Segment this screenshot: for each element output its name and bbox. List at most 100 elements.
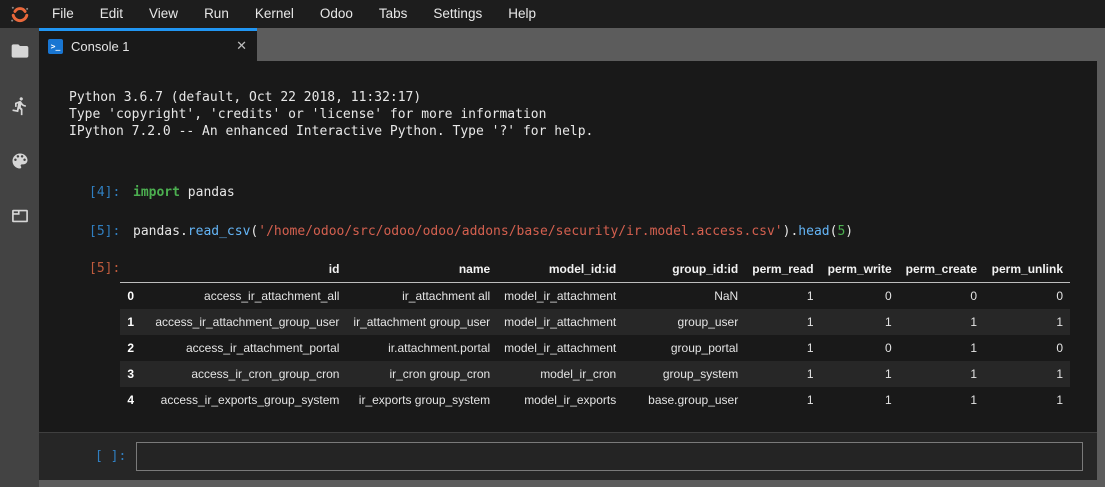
table-cell: 0: [821, 283, 899, 310]
table-cell: 1: [821, 361, 899, 387]
table-row: 4access_ir_exports_group_systemir_export…: [120, 387, 1070, 413]
main-area: >_ Console 1 ✕ Python 3.6.7 (default, Oc…: [39, 28, 1105, 487]
code-token: ).: [783, 224, 799, 239]
table-cell: 1: [745, 335, 820, 361]
table-cell: model_ir_cron: [497, 361, 623, 387]
code-token: '/home/odoo/src/odoo/odoo/addons/base/se…: [258, 224, 782, 239]
menu-edit[interactable]: Edit: [87, 0, 136, 28]
table-cell: group_portal: [623, 335, 745, 361]
table-cell: 1: [745, 309, 820, 335]
table-cell: group_user: [623, 309, 745, 335]
table-cell: model_ir_attachment: [497, 335, 623, 361]
table-cell: 0: [899, 283, 984, 310]
menu-odoo[interactable]: Odoo: [307, 0, 366, 28]
table-row: 1access_ir_attachment_group_userir_attac…: [120, 309, 1070, 335]
code-input-field[interactable]: [136, 442, 1083, 471]
table-cell: access_ir_attachment_all: [148, 283, 346, 310]
code-line: import pandas: [133, 184, 235, 201]
table-cell: 1: [899, 387, 984, 413]
column-header: [120, 256, 148, 283]
table-header-row: idnamemodel_id:idgroup_id:idperm_readper…: [120, 256, 1070, 283]
odoo-logo: [0, 0, 39, 28]
tab-console-1[interactable]: >_ Console 1 ✕: [39, 28, 257, 61]
column-header: perm_read: [745, 256, 820, 283]
table-cell: NaN: [623, 283, 745, 310]
menu-run[interactable]: Run: [191, 0, 242, 28]
table-cell: 1: [984, 361, 1070, 387]
menu-help[interactable]: Help: [495, 0, 549, 28]
row-index: 0: [120, 283, 148, 310]
console-history: Python 3.6.7 (default, Oct 22 2018, 11:3…: [39, 61, 1097, 432]
table-cell: 1: [899, 335, 984, 361]
menu-settings[interactable]: Settings: [420, 0, 495, 28]
console-panel: Python 3.6.7 (default, Oct 22 2018, 11:3…: [39, 61, 1097, 480]
table-cell: 1: [745, 387, 820, 413]
menu-kernel[interactable]: Kernel: [242, 0, 307, 28]
table-cell: 1: [984, 387, 1070, 413]
tab-close-icon[interactable]: ✕: [236, 38, 247, 54]
table-cell: base.group_user: [623, 387, 745, 413]
table-cell: model_ir_exports: [497, 387, 623, 413]
left-sidebar: [0, 28, 39, 487]
menu-tabs[interactable]: Tabs: [366, 0, 421, 28]
row-index: 2: [120, 335, 148, 361]
running-sessions-icon[interactable]: [9, 95, 31, 117]
table-cell: access_ir_attachment_portal: [148, 335, 346, 361]
table-cell: model_ir_attachment: [497, 283, 623, 310]
table-cell: 1: [899, 309, 984, 335]
code-cell: [4]: import pandas: [69, 184, 1097, 201]
python-banner-line: IPython 7.2.0 -- An enhanced Interactive…: [69, 123, 1097, 140]
column-header: name: [346, 256, 497, 283]
code-token: pandas: [180, 185, 235, 200]
console-input-area: [ ]:: [39, 432, 1097, 480]
odoo-logo-icon: [9, 3, 31, 25]
code-token: pandas.: [133, 224, 188, 239]
output-cell: [5]: idnamemodel_id:idgroup_id:idperm_re…: [69, 256, 1097, 413]
input-prompt: [5]:: [89, 223, 133, 240]
table-row: 3access_ir_cron_group_cronir_cron group_…: [120, 361, 1070, 387]
menu-view[interactable]: View: [136, 0, 191, 28]
code-token: read_csv: [188, 224, 251, 239]
table-cell: 0: [984, 335, 1070, 361]
row-index: 4: [120, 387, 148, 413]
code-cell: [5]: pandas.read_csv('/home/odoo/src/odo…: [69, 223, 1097, 240]
output-prompt: [5]:: [89, 256, 120, 282]
table-cell: 1: [984, 309, 1070, 335]
code-token: head: [798, 224, 829, 239]
table-row: 2access_ir_attachment_portalir.attachmen…: [120, 335, 1070, 361]
console-icon: >_: [48, 39, 63, 54]
python-banner-line: Python 3.6.7 (default, Oct 22 2018, 11:3…: [69, 89, 1097, 106]
table-row: 0access_ir_attachment_allir_attachment a…: [120, 283, 1070, 310]
row-index: 3: [120, 361, 148, 387]
app-body: >_ Console 1 ✕ Python 3.6.7 (default, Oc…: [0, 28, 1105, 487]
table-cell: 0: [984, 283, 1070, 310]
table-cell: ir_attachment all: [346, 283, 497, 310]
table-cell: group_system: [623, 361, 745, 387]
menu-bar: File Edit View Run Kernel Odoo Tabs Sett…: [0, 0, 1105, 28]
table-cell: 1: [821, 309, 899, 335]
row-index: 1: [120, 309, 148, 335]
table-cell: ir_exports group_system: [346, 387, 497, 413]
empty-input-prompt: [ ]:: [95, 449, 126, 464]
table-cell: model_ir_attachment: [497, 309, 623, 335]
table-cell: 1: [899, 361, 984, 387]
table-cell: ir_cron group_cron: [346, 361, 497, 387]
column-header: perm_unlink: [984, 256, 1070, 283]
column-header: group_id:id: [623, 256, 745, 283]
table-cell: access_ir_attachment_group_user: [148, 309, 346, 335]
column-header: model_id:id: [497, 256, 623, 283]
table-cell: ir.attachment.portal: [346, 335, 497, 361]
tab-label: Console 1: [71, 39, 130, 54]
table-cell: access_ir_exports_group_system: [148, 387, 346, 413]
open-tabs-icon[interactable]: [9, 205, 31, 227]
column-header: perm_create: [899, 256, 984, 283]
file-browser-icon[interactable]: [9, 40, 31, 62]
table-cell: 1: [745, 283, 820, 310]
input-prompt: [4]:: [89, 184, 133, 201]
code-token: ): [845, 224, 853, 239]
command-palette-icon[interactable]: [9, 150, 31, 172]
menu-items: File Edit View Run Kernel Odoo Tabs Sett…: [39, 0, 549, 28]
column-header: perm_write: [821, 256, 899, 283]
menu-file[interactable]: File: [39, 0, 87, 28]
column-header: id: [148, 256, 346, 283]
